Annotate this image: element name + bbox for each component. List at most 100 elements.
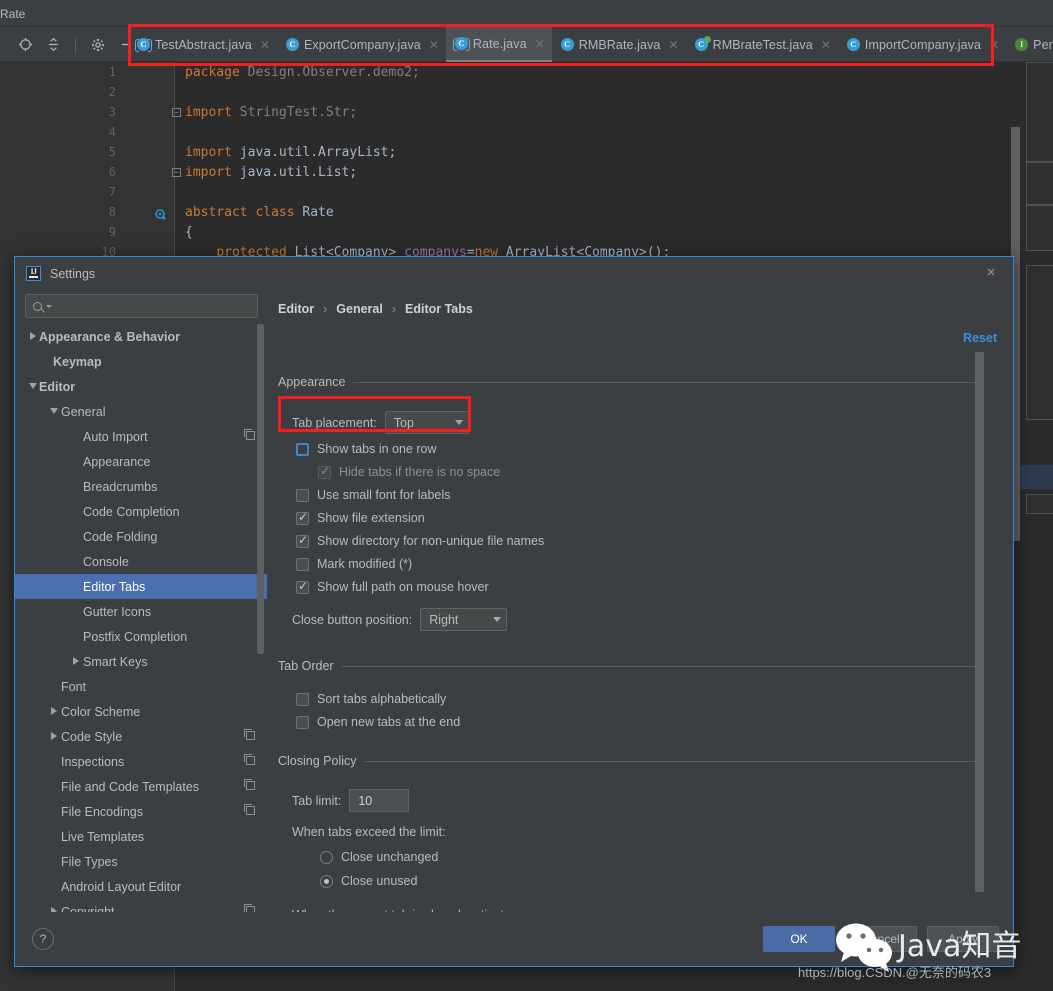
tree-item-appearance[interactable]: Appearance [15,449,267,474]
tree-item-live-templates[interactable]: Live Templates [15,824,267,849]
tree-item-console[interactable]: Console [15,549,267,574]
collapse-all-icon[interactable] [44,36,62,54]
show-full-path-row[interactable]: Show full path on mouse hover [278,579,976,594]
close-icon[interactable]: ✕ [260,38,270,52]
chevron-down-icon[interactable] [27,383,39,389]
editor-tab-importcompany[interactable]: C ImportCompany.java ✕ [838,27,1006,62]
close-button-position-select[interactable]: Right [420,608,508,631]
tree-item-android-layout-editor[interactable]: Android Layout Editor [15,874,267,899]
runnable-class-icon: C [694,36,711,51]
tree-item-auto-import[interactable]: Auto Import [15,424,267,449]
tree-item-label: File Types [61,854,118,869]
show-full-path-on-mouse-hover-checkbox[interactable] [296,579,309,594]
tree-item-file-types[interactable]: File Types [15,849,267,874]
chevron-down-icon[interactable] [488,617,506,622]
open-new-tabs-at-the-end-checkbox[interactable] [296,715,309,729]
chevron-down-icon[interactable] [46,304,52,308]
editor-tab-testabstract[interactable]: C TestAbstract.java ✕ [128,27,277,62]
close-unused-row[interactable]: Close unused [278,874,976,888]
sort-tabs-alphabetically-row[interactable]: Sort tabs alphabetically [278,692,976,706]
closing-policy-group: Closing Policy Tab limit: 10 When tabs e… [278,751,976,912]
code-fold-icon[interactable]: − [172,168,181,177]
tree-item-breadcrumbs[interactable]: Breadcrumbs [15,474,267,499]
editor-tab-rmbrate[interactable]: C RMBRate.java ✕ [552,27,686,62]
editor-tab-rate[interactable]: C Rate.java ✕ [445,27,552,62]
tree-item-code-style[interactable]: Code Style [15,724,267,749]
sort-tabs-alphabetically-checkbox[interactable] [296,692,309,706]
editor-tab-rmbratetest[interactable]: C RMBrateTest.java ✕ [686,27,838,62]
tree-scrollbar[interactable] [257,324,264,654]
tree-item-editor-tabs[interactable]: Editor Tabs [15,574,267,599]
tree-item-keymap[interactable]: Keymap [15,349,267,374]
code-line: import StringTest.Str; [185,105,358,120]
tree-item-file-and-code-templates[interactable]: File and Code Templates [15,774,267,799]
gear-icon[interactable] [89,36,107,54]
close-icon[interactable]: ✕ [821,38,831,52]
tab-limit-input[interactable]: 10 [349,789,410,812]
editor-tab-persistent[interactable]: I Pers [1006,27,1053,62]
tree-item-gutter-icons[interactable]: Gutter Icons [15,599,267,624]
settings-panel-scrollbar[interactable] [975,352,984,892]
tab-limit-row: Tab limit: 10 [278,789,976,812]
code-line: abstract class Rate [185,205,334,220]
settings-search-box[interactable] [25,294,258,318]
tree-item-inspections[interactable]: Inspections [15,749,267,774]
chevron-down-icon[interactable] [450,420,468,425]
show-file-extension-checkbox[interactable] [296,510,309,525]
editor-breadcrumb: Rate [0,7,26,21]
ok-button[interactable]: OK [763,926,835,952]
code-line: package Design.Observer.demo2; [185,65,420,80]
reset-link[interactable]: Reset [963,331,997,345]
chevron-right-icon[interactable] [70,657,82,665]
close-unchanged-row[interactable]: Close unchanged [278,850,976,864]
show-tabs-in-one-row-checkbox[interactable] [296,442,309,456]
tree-item-code-folding[interactable]: Code Folding [15,524,267,549]
close-icon[interactable]: ✕ [535,37,545,51]
chevron-right-icon[interactable] [48,732,60,740]
tree-item-font[interactable]: Font [15,674,267,699]
cancel-button[interactable]: Cancel [845,926,917,952]
show-directory-row[interactable]: Show directory for non-unique file names [278,533,976,548]
chevron-right-icon[interactable] [27,332,39,340]
tree-item-file-encodings[interactable]: File Encodings [15,799,267,824]
implemented-marker-icon[interactable] [155,208,167,221]
tree-item-general[interactable]: General [15,399,267,424]
use-small-font-for-labels-checkbox[interactable] [296,488,309,502]
close-unchanged-radio[interactable] [320,850,333,864]
open-new-tabs-at-end-row[interactable]: Open new tabs at the end [278,715,976,729]
code-fold-icon[interactable]: − [172,108,181,117]
tree-item-color-scheme[interactable]: Color Scheme [15,699,267,724]
tree-item-appearance-behavior[interactable]: Appearance & Behavior [15,324,267,349]
chevron-right-icon[interactable] [48,707,60,715]
chevron-down-icon[interactable] [48,408,60,414]
close-icon[interactable]: × [983,265,999,281]
show-file-extension-row[interactable]: Show file extension [278,510,976,525]
tree-item-smart-keys[interactable]: Smart Keys [15,649,267,674]
close-icon[interactable]: ✕ [429,38,439,52]
show-tabs-one-row-row[interactable]: Show tabs in one row [278,442,976,456]
apply-button[interactable]: Apply [927,926,999,952]
breadcrumb-editor-tabs[interactable]: Editor Tabs [405,302,473,316]
editor-tab-exportcompany[interactable]: C ExportCompany.java ✕ [277,27,446,62]
tab-placement-select[interactable]: Top [384,411,469,434]
tree-item-code-completion[interactable]: Code Completion [15,499,267,524]
search-input[interactable] [56,299,257,313]
tree-item-editor[interactable]: Editor [15,374,267,399]
show-directory-for-non-unique-file-names-checkbox[interactable] [296,533,309,548]
breadcrumb-editor[interactable]: Editor [278,302,314,316]
help-button[interactable]: ? [32,928,54,950]
dialog-footer: ? OK Cancel Apply [15,912,1013,966]
tree-item-copyright[interactable]: Copyright [15,899,267,912]
use-small-font-row[interactable]: Use small font for labels [278,488,976,502]
mark-modified-checkbox[interactable] [296,557,309,571]
checkbox-label: Mark modified (*) [317,557,413,571]
close-icon[interactable]: ✕ [669,38,679,52]
close-icon[interactable]: ✕ [989,38,999,52]
line-number: 7 [108,185,116,199]
tree-item-postfix-completion[interactable]: Postfix Completion [15,624,267,649]
close-unused-radio[interactable] [320,874,333,888]
settings-tree[interactable]: Appearance & Behavior Keymap Editor Gene… [15,324,267,912]
locate-icon[interactable] [16,36,34,54]
breadcrumb-general[interactable]: General [336,302,383,316]
mark-modified-row[interactable]: Mark modified (*) [278,557,976,571]
